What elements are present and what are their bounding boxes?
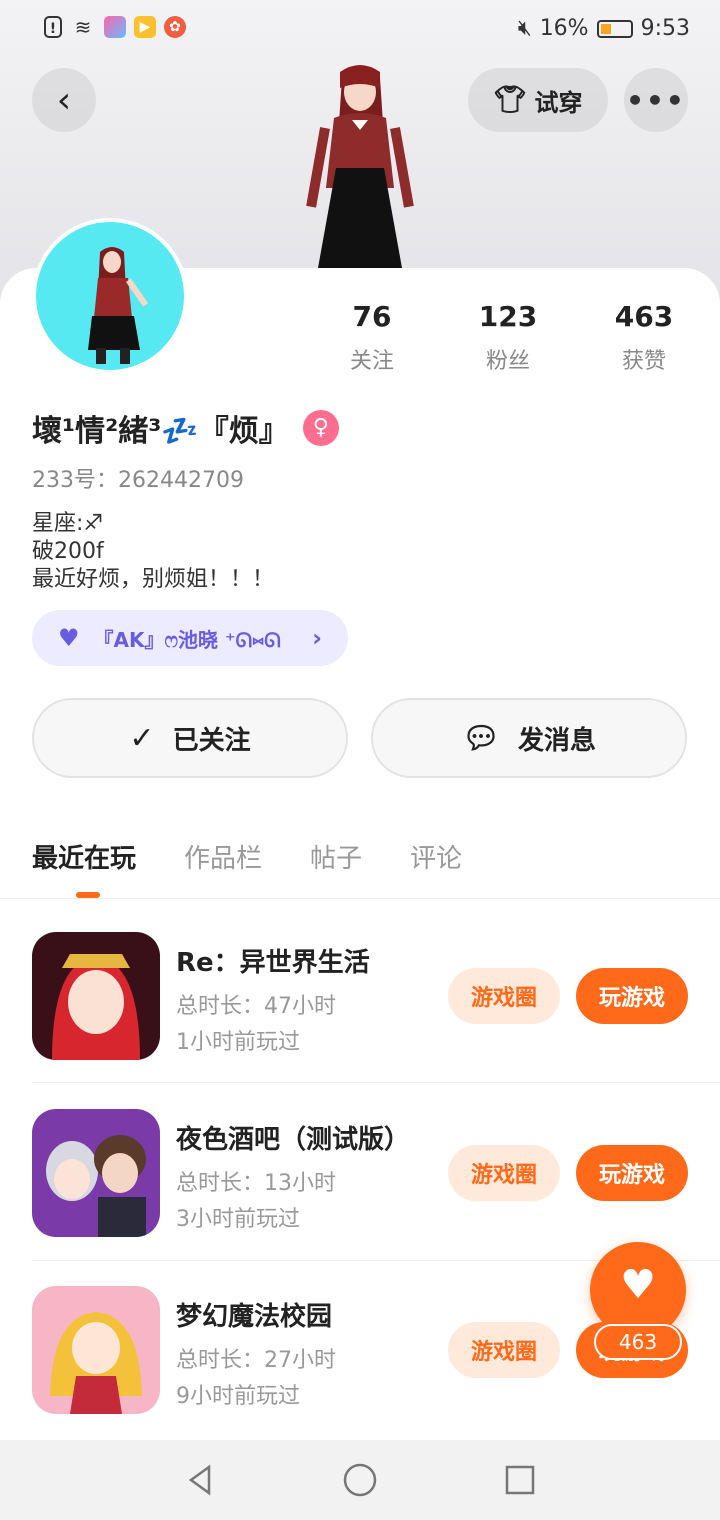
game-icon	[32, 1286, 160, 1414]
game-list-item[interactable]: 夜色酒吧（测试版） 总时长：13小时 3小时前玩过 游戏圈 玩游戏	[32, 1077, 688, 1253]
bio-line: 最近好烦，别烦姐！！！	[32, 567, 275, 592]
game-title: Re：异世界生活	[176, 948, 370, 978]
game-circle-button[interactable]: 游戏圈	[448, 1145, 560, 1201]
chevron-right-icon: ›	[312, 624, 322, 652]
home-circle-icon[interactable]	[340, 1460, 380, 1500]
game-notification-icon: ✿	[164, 16, 186, 38]
avatar-character-figure	[306, 65, 414, 268]
more-dots-icon: •••	[626, 83, 686, 117]
following-count: 76	[352, 300, 392, 333]
game-duration: 总时长：27小时	[176, 1348, 336, 1373]
send-message-label: 发消息	[518, 725, 597, 756]
game-icon	[32, 1109, 160, 1237]
likes-count: 463	[614, 300, 674, 333]
relationship-name: 『AK』ෆ池晓 ⁺ᘏ⑅ᘏ	[93, 627, 281, 652]
wifi-icon: ≋	[74, 15, 92, 39]
game-list-item[interactable]: Re：异世界生活 总时长：47小时 1小时前玩过 游戏圈 玩游戏	[32, 900, 688, 1076]
tshirt-icon: 👕︎	[493, 85, 527, 115]
game-icon-art	[32, 1286, 160, 1414]
game-title: 夜色酒吧（测试版）	[176, 1125, 411, 1155]
battery-icon	[596, 19, 633, 38]
game-circle-button[interactable]: 游戏圈	[448, 1322, 560, 1378]
game-duration: 总时长：13小时	[176, 1171, 336, 1196]
game-title: 梦幻魔法校园	[176, 1302, 333, 1332]
game-last-played: 9小时前玩过	[176, 1384, 300, 1409]
tab-divider	[0, 898, 720, 899]
profile-tabs: 最近在玩 作品栏 帖子 评论	[32, 838, 462, 898]
user-nickname: 壞¹情²緒³💤『烦』	[32, 414, 289, 449]
avatar[interactable]	[32, 218, 188, 374]
tab-recently-played[interactable]: 最近在玩	[32, 838, 136, 898]
relationship-badge[interactable]: ♥ 『AK』ෆ池晓 ⁺ᘏ⑅ᘏ ›	[32, 610, 348, 666]
game-icon-art	[32, 932, 160, 1060]
bio-line: 星座:♐	[32, 511, 104, 536]
back-button[interactable]: ‹	[32, 68, 96, 132]
following-stat[interactable]: 76 关注	[304, 300, 440, 375]
play-game-button[interactable]: 玩游戏	[576, 968, 688, 1024]
game-list-item[interactable]: 梦幻魔法校园 总时长：27小时 9小时前玩过 游戏圈 玩游戏	[32, 1254, 688, 1430]
battery-percentage: 16%	[539, 16, 589, 41]
heart-icon: ♥	[620, 1262, 656, 1308]
game-last-played: 1小时前玩过	[176, 1030, 300, 1055]
user-bio: 星座:♐ 破200f 最近好烦，别烦姐！！！	[32, 510, 274, 594]
checkmark-icon: ✓	[129, 720, 155, 756]
bio-line: 破200f	[32, 539, 104, 564]
game-icon	[32, 932, 160, 1060]
floating-like-count: 463	[594, 1324, 682, 1360]
chat-bubble-icon: 💬︎	[461, 720, 501, 756]
following-label: 关注	[349, 349, 394, 374]
alert-icon: !	[44, 16, 62, 38]
profile-stats: 76 关注 123 粉丝 463 获赞	[304, 300, 712, 375]
mute-icon: 🔇︎	[517, 16, 532, 41]
user-id: 233号：262442709	[32, 468, 244, 493]
game-last-played: 3小时前玩过	[176, 1207, 300, 1232]
followers-label: 粉丝	[485, 349, 530, 374]
tab-works[interactable]: 作品栏	[184, 838, 262, 875]
followers-count: 123	[478, 300, 538, 333]
game-circle-button[interactable]: 游戏圈	[448, 968, 560, 1024]
chevron-left-icon: ‹	[56, 79, 72, 121]
heart-icon: ♥	[58, 624, 80, 652]
following-button[interactable]: ✓ 已关注	[32, 698, 348, 778]
tab-posts[interactable]: 帖子	[310, 838, 362, 875]
status-bar: ! ≋ ▶ ✿ 🔇︎ 16% 9:53	[0, 10, 720, 50]
following-button-label: 已关注	[172, 725, 251, 756]
likes-stat[interactable]: 463 获赞	[576, 300, 712, 375]
game-duration: 总时长：47小时	[176, 994, 336, 1019]
recents-square-icon[interactable]	[500, 1460, 540, 1500]
more-options-button[interactable]: •••	[624, 68, 688, 132]
game-icon-art	[32, 1109, 160, 1237]
send-message-button[interactable]: 💬︎ 发消息	[371, 698, 687, 778]
tab-comments[interactable]: 评论	[410, 838, 462, 875]
clock: 9:53	[640, 16, 690, 41]
system-navigation-bar	[0, 1440, 720, 1520]
app-notification-icon	[104, 16, 126, 38]
likes-label: 获赞	[621, 349, 666, 374]
user-nickname-row: 壞¹情²緒³💤『烦』 ♀	[32, 406, 339, 450]
back-triangle-icon[interactable]	[180, 1460, 220, 1500]
video-notification-icon: ▶	[134, 16, 156, 38]
try-on-button[interactable]: 👕︎ 试穿	[468, 68, 608, 132]
try-on-label: 试穿	[534, 88, 583, 117]
followers-stat[interactable]: 123 粉丝	[440, 300, 576, 375]
female-gender-icon: ♀	[302, 410, 339, 446]
avatar-figure	[88, 247, 149, 364]
play-game-button[interactable]: 玩游戏	[576, 1145, 688, 1201]
